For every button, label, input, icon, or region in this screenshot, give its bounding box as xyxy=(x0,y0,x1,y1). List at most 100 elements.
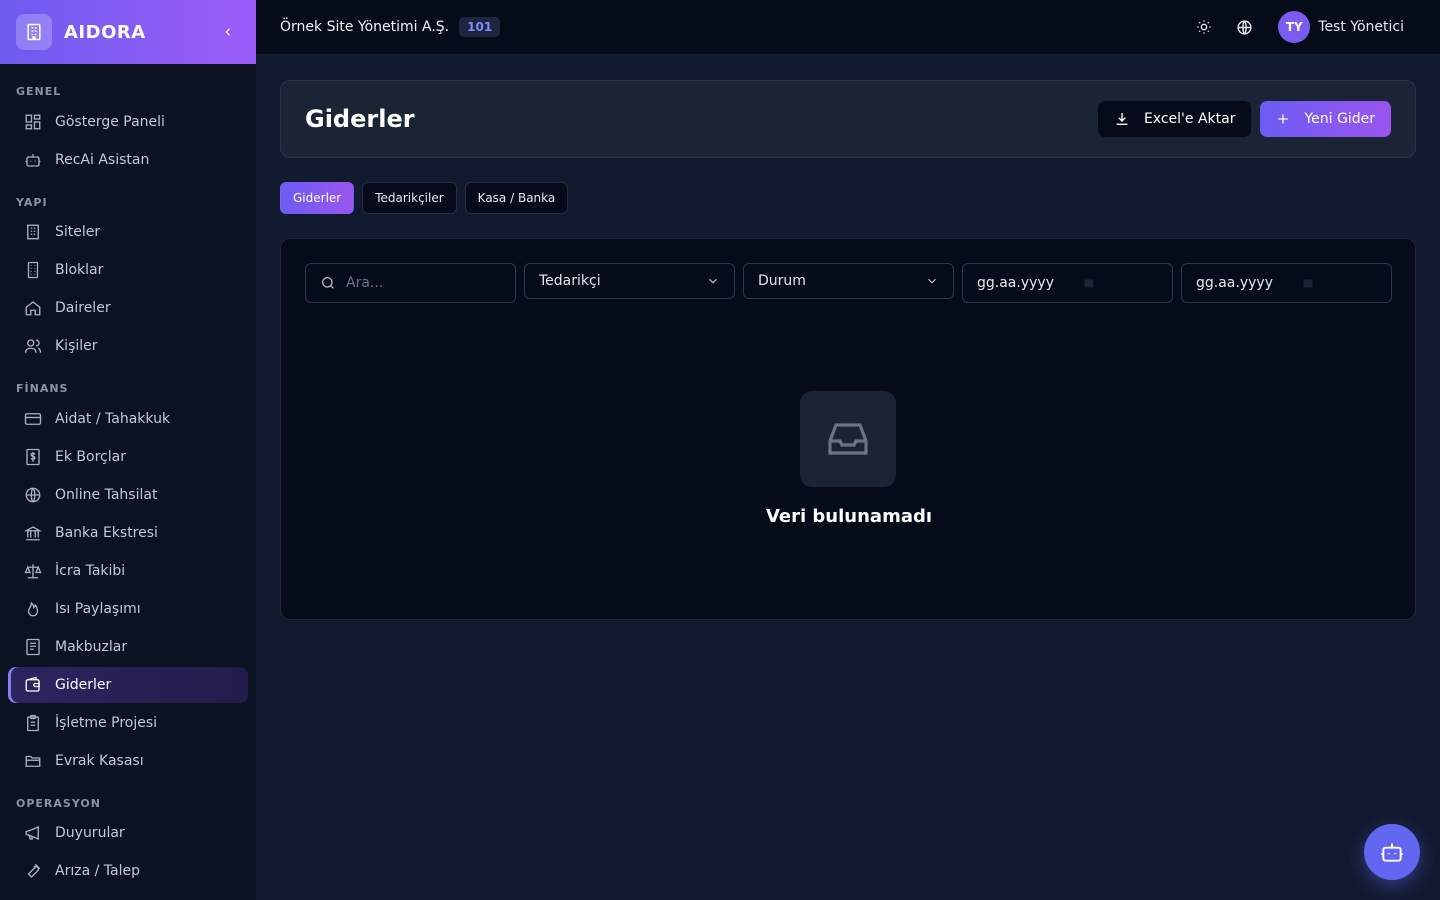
section-title-genel: GENEL xyxy=(16,85,62,98)
dollar-icon xyxy=(24,448,42,466)
sidebar-item-label: Giderler xyxy=(55,677,112,693)
tab-giderler[interactable]: Giderler xyxy=(280,182,355,214)
credit-card-icon xyxy=(24,410,42,428)
sidebar-item-icra-takibi[interactable]: İcra Takibi xyxy=(8,553,248,589)
sidebar-item-giderler[interactable]: Giderler xyxy=(8,667,248,703)
page-header-card: Giderler Excel'e Aktar Yeni Gider xyxy=(280,80,1416,158)
clipboard-icon xyxy=(24,714,42,732)
status-select[interactable]: Durum xyxy=(743,263,954,299)
sidebar-item-label: İcra Takibi xyxy=(55,563,126,579)
sidebar-item-online-tahsilat[interactable]: Online Tahsilat xyxy=(8,477,248,513)
brand-header: AIDORA xyxy=(0,0,256,64)
sidebar-item-isletme-projesi[interactable]: İşletme Projesi xyxy=(8,705,248,741)
sidebar-item-label: Arıza / Talep xyxy=(55,863,140,879)
page-title: Giderler xyxy=(305,105,415,133)
date-to-field[interactable] xyxy=(1181,263,1392,303)
tab-kasa-banka[interactable]: Kasa / Banka xyxy=(464,182,569,214)
bank-icon xyxy=(24,524,42,542)
org-name: Örnek Site Yönetimi A.Ş. xyxy=(280,19,450,35)
new-expense-label: Yeni Gider xyxy=(1304,111,1375,127)
sidebar-item-label: Isı Paylaşımı xyxy=(55,601,141,617)
sidebar-item-makbuzlar[interactable]: Makbuzlar xyxy=(8,629,248,665)
sidebar-item-label: Duyurular xyxy=(55,825,125,841)
sidebar-item-label: Online Tahsilat xyxy=(55,487,158,503)
empty-state-text: Veri bulunamadı xyxy=(765,506,933,527)
bot-icon xyxy=(24,151,42,169)
topbar: Örnek Site Yönetimi A.Ş. 101 TY Test Yön… xyxy=(256,0,1440,55)
sidebar-item-label: Makbuzlar xyxy=(55,639,128,655)
sidebar-item-label: Evrak Kasası xyxy=(55,753,144,769)
sidebar-item-label: Bloklar xyxy=(55,262,104,278)
date-from-input[interactable] xyxy=(977,275,1077,291)
sidebar-item-label: Aidat / Tahakkuk xyxy=(55,411,171,427)
assistant-bot-button[interactable] xyxy=(1364,824,1420,880)
sidebar-item-recai-asistan[interactable]: RecAi Asistan xyxy=(8,142,248,178)
sidebar-item-ek-borclar[interactable]: Ek Borçlar xyxy=(8,439,248,475)
supplier-select[interactable]: Tedarikçi xyxy=(524,263,735,299)
users-icon xyxy=(24,337,42,355)
dashboard-icon xyxy=(24,113,42,131)
tabs: Giderler Tedarikçiler Kasa / Banka xyxy=(280,182,576,214)
search-icon xyxy=(320,275,336,291)
sidebar-item-label: Daireler xyxy=(55,300,111,316)
wrench-icon xyxy=(24,862,42,880)
sidebar-item-daireler[interactable]: Daireler xyxy=(8,290,248,326)
calendar-icon xyxy=(1083,277,1095,289)
receipt-icon xyxy=(24,638,42,656)
download-icon xyxy=(1114,111,1130,127)
tab-tedarikciler[interactable]: Tedarikçiler xyxy=(362,182,457,214)
status-select-label: Durum xyxy=(758,273,806,289)
sidebar-item-label: Ek Borçlar xyxy=(55,449,126,465)
globe-icon[interactable] xyxy=(1232,15,1256,39)
search-field[interactable] xyxy=(305,263,516,303)
inbox-icon xyxy=(800,391,896,487)
avatar[interactable]: TY xyxy=(1278,11,1311,43)
sidebar-item-label: Banka Ekstresi xyxy=(55,525,158,541)
chevron-left-icon[interactable] xyxy=(216,20,240,44)
date-from-field[interactable] xyxy=(962,263,1173,303)
sidebar-item-label: RecAi Asistan xyxy=(55,152,150,168)
sidebar-item-isi-paylasimi[interactable]: Isı Paylaşımı xyxy=(8,591,248,627)
sidebar-item-label: İşletme Projesi xyxy=(55,715,158,731)
section-title-yapi: YAPI xyxy=(16,196,48,209)
sidebar-item-gosterge-paneli[interactable]: Gösterge Paneli xyxy=(8,104,248,140)
sidebar-item-aidat-tahakkuk[interactable]: Aidat / Tahakkuk xyxy=(8,401,248,437)
sidebar-item-ariza-talep[interactable]: Arıza / Talep xyxy=(8,853,248,889)
folder-icon xyxy=(24,752,42,770)
section-title-operasyon: OPERASYON xyxy=(16,797,101,810)
section-title-finans: FİNANS xyxy=(16,382,69,395)
sidebar-item-duyurular[interactable]: Duyurular xyxy=(8,815,248,851)
calendar-icon xyxy=(1302,277,1314,289)
building-icon xyxy=(24,223,42,241)
sidebar-item-kisiler[interactable]: Kişiler xyxy=(8,328,248,364)
search-input[interactable] xyxy=(346,275,486,291)
sun-icon[interactable] xyxy=(1192,15,1216,39)
export-excel-button[interactable]: Excel'e Aktar xyxy=(1097,101,1252,137)
sidebar: AIDORA GENEL Gösterge Paneli RecAi Asist… xyxy=(0,0,256,900)
flame-icon xyxy=(24,600,42,618)
sidebar-item-label: Kişiler xyxy=(55,338,98,354)
plus-icon xyxy=(1276,112,1290,126)
sidebar-item-siteler[interactable]: Siteler xyxy=(8,214,248,250)
org-badge: 101 xyxy=(459,17,501,37)
scale-icon xyxy=(24,562,42,580)
bot-icon xyxy=(1379,839,1405,865)
sidebar-item-bloklar[interactable]: Bloklar xyxy=(8,252,248,288)
building-logo-icon xyxy=(16,14,52,50)
topbar-actions: TY Test Yönetici xyxy=(1192,11,1416,43)
megaphone-icon xyxy=(24,824,42,842)
content-card: Tedarikçi Durum Veri bulunamadı xyxy=(280,238,1416,620)
date-to-input[interactable] xyxy=(1196,275,1296,291)
chevron-down-icon xyxy=(925,274,939,288)
home-icon xyxy=(24,299,42,317)
sidebar-item-evrak-kasasi[interactable]: Evrak Kasası xyxy=(8,743,248,779)
user-name[interactable]: Test Yönetici xyxy=(1318,19,1404,35)
chevron-down-icon xyxy=(706,274,720,288)
supplier-select-label: Tedarikçi xyxy=(539,273,601,289)
sidebar-item-banka-ekstresi[interactable]: Banka Ekstresi xyxy=(8,515,248,551)
export-excel-label: Excel'e Aktar xyxy=(1143,111,1236,127)
new-expense-button[interactable]: Yeni Gider xyxy=(1260,101,1391,137)
brand-name: AIDORA xyxy=(64,21,146,43)
block-icon xyxy=(24,261,42,279)
sidebar-item-label: Siteler xyxy=(55,224,101,240)
